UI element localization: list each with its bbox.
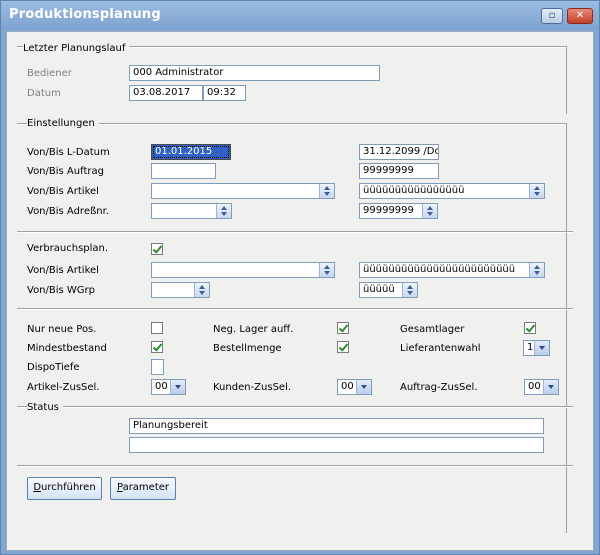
datum-field: 03.08.2017 [129, 85, 203, 101]
bestellmenge-checkbox[interactable] [337, 341, 349, 353]
artikel-zussel-label: Artikel-ZusSel. [27, 382, 100, 393]
auftrag-zussel-label: Auftrag-ZusSel. [400, 382, 478, 393]
dispotiefe-input[interactable] [151, 359, 164, 375]
wgrp-bis-spinner-icon[interactable] [402, 283, 417, 297]
adress-bis-value: 99999999 [363, 205, 414, 216]
ldatum-bis-input[interactable]: 31.12.2099 /Do [359, 144, 439, 160]
neg-lager-checkbox[interactable] [337, 322, 349, 334]
close-button[interactable]: ✕ [567, 8, 593, 24]
durchfuehren-label: urchführen [41, 482, 96, 493]
window-title: Produktionsplanung [9, 7, 161, 22]
gesamtlager-checkbox[interactable] [524, 322, 536, 334]
verbrauch-artikel-bis-spinner-icon[interactable] [529, 263, 544, 277]
divider [566, 46, 567, 114]
lieferantenwahl-value: 1 [527, 342, 534, 353]
artikel-label: Von/Bis Artikel [27, 186, 99, 197]
bediener-field: 000 Administrator [129, 65, 380, 81]
restore-button[interactable]: ▫ [541, 8, 563, 24]
parameter-button[interactable]: Parameter [110, 477, 176, 500]
lieferantenwahl-select[interactable]: 1 [523, 340, 550, 356]
nur-neue-label: Nur neue Pos. [27, 324, 97, 335]
wgrp-label: Von/Bis WGrp [27, 285, 96, 296]
kunden-zussel-select[interactable]: 00 [337, 379, 372, 395]
status-line-2 [129, 437, 544, 453]
adress-label: Von/Bis Adreßnr. [27, 206, 109, 217]
wgrp-von-input[interactable] [151, 282, 210, 298]
artikel-bis-value: üüüüüüüüüüüüüüüü [363, 185, 465, 196]
mindestbestand-label: Mindestbestand [27, 343, 107, 354]
group-heading-status: Status [27, 402, 63, 413]
artikel-von-input[interactable] [151, 183, 335, 199]
durchfuehren-button[interactable]: Durchführen [27, 477, 102, 500]
wgrp-bis-value: üüüüü [363, 284, 395, 295]
auftrag-zussel-select[interactable]: 00 [524, 379, 559, 395]
bediener-label: Bediener [27, 68, 72, 79]
mindestbestand-checkbox[interactable] [151, 341, 163, 353]
verbrauch-artikel-von-spinner-icon[interactable] [319, 263, 334, 277]
divider [17, 231, 573, 233]
auftrag-zussel-value: 00 [528, 381, 541, 392]
main-window: Produktionsplanung ▫ ✕ Letzter Planungsl… [0, 0, 600, 555]
auftrag-bis-input[interactable]: 99999999 [359, 163, 439, 179]
artikel-von-spinner-icon[interactable] [319, 184, 334, 198]
dispotiefe-label: DispoTiefe [27, 362, 80, 373]
verbrauch-artikel-bis-input[interactable]: üüüüüüüüüüüüüüüüüüüüüüüü [359, 262, 545, 278]
group-heading-einstellungen: Einstellungen [27, 118, 99, 129]
verbrauchsplan-checkbox[interactable] [151, 243, 163, 255]
verbrauch-artikel-label: Von/Bis Artikel [27, 265, 99, 276]
chevron-down-icon [534, 341, 549, 355]
divider [566, 123, 567, 533]
auftrag-label: Von/Bis Auftrag [27, 166, 104, 177]
artikel-zussel-value: 00 [155, 381, 168, 392]
divider [17, 406, 573, 408]
datum-label: Datum [27, 88, 61, 99]
nur-neue-checkbox[interactable] [151, 322, 163, 334]
dialog-body: Letzter Planungslauf Bediener 000 Admini… [6, 31, 594, 551]
bestellmenge-label: Bestellmenge [213, 343, 282, 354]
ldatum-label: Von/Bis L-Datum [27, 147, 110, 158]
durchfuehren-accel: D [33, 482, 42, 493]
close-icon: ✕ [575, 10, 585, 21]
chevron-down-icon [543, 380, 558, 394]
parameter-label: arameter [122, 482, 170, 493]
gesamtlager-label: Gesamtlager [400, 324, 465, 335]
adress-von-input[interactable] [151, 203, 232, 219]
artikel-bis-spinner-icon[interactable] [529, 184, 544, 198]
auftrag-von-input[interactable] [151, 163, 216, 179]
status-line-1: Planungsbereit [129, 418, 544, 434]
kunden-zussel-label: Kunden-ZusSel. [213, 382, 292, 393]
verbrauch-artikel-bis-value: üüüüüüüüüüüüüüüüüüüüüüüü [363, 264, 516, 275]
divider [17, 308, 573, 310]
artikel-zussel-select[interactable]: 00 [151, 379, 186, 395]
adress-von-spinner-icon[interactable] [216, 204, 231, 218]
wgrp-bis-input[interactable]: üüüüü [359, 282, 418, 298]
adress-bis-input[interactable]: 99999999 [359, 203, 438, 219]
group-heading-planungslauf: Letzter Planungslauf [23, 43, 130, 54]
verbrauch-artikel-von-input[interactable] [151, 262, 335, 278]
restore-icon: ▫ [548, 10, 556, 21]
title-bar[interactable]: Produktionsplanung ▫ ✕ [1, 1, 599, 29]
verbrauchsplan-label: Verbrauchsplan. [27, 243, 109, 254]
chevron-down-icon [356, 380, 371, 394]
chevron-down-icon [170, 380, 185, 394]
wgrp-von-spinner-icon[interactable] [194, 283, 209, 297]
neg-lager-label: Neg. Lager auff. [213, 324, 294, 335]
divider [17, 465, 573, 467]
artikel-bis-input[interactable]: üüüüüüüüüüüüüüüü [359, 183, 545, 199]
ldatum-von-input[interactable]: 01.01.2015 [151, 144, 231, 160]
adress-bis-spinner-icon[interactable] [422, 204, 437, 218]
zeit-field: 09:32 [203, 85, 246, 101]
lieferantenwahl-label: Lieferantenwahl [400, 343, 481, 354]
divider [17, 123, 567, 125]
kunden-zussel-value: 00 [341, 381, 354, 392]
